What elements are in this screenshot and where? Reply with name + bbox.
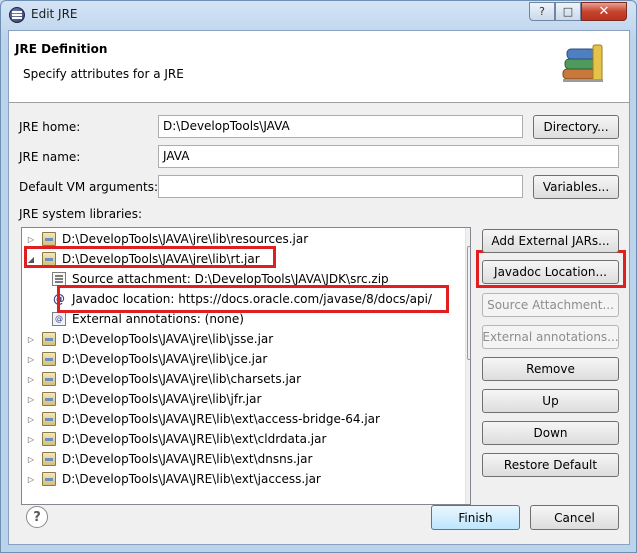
- jre-system-libraries-label: JRE system libraries:: [19, 207, 142, 221]
- tree-item-label: D:\DevelopTools\JAVA\jre\lib\jce.jar: [62, 352, 268, 366]
- external-annotations-button[interactable]: External annotations...: [482, 325, 619, 349]
- tree-item-label: D:\DevelopTools\JAVA\jre\lib\charsets.ja…: [62, 372, 302, 386]
- vm-arguments-label: Default VM arguments:: [19, 180, 159, 194]
- restore-default-button[interactable]: Restore Default: [482, 453, 619, 477]
- jre-name-label: JRE name:: [19, 150, 81, 164]
- variables-button[interactable]: Variables...: [533, 175, 619, 199]
- window-title: Edit JRE: [31, 7, 78, 21]
- jre-libraries-tree[interactable]: ▷ D:\DevelopTools\JAVA\jre\lib\resources…: [21, 227, 471, 505]
- jar-icon: [42, 232, 56, 246]
- vm-arguments-field[interactable]: [158, 175, 523, 198]
- jar-icon: [42, 372, 56, 386]
- javadoc-at-icon: @: [53, 292, 65, 306]
- tree-item-source-attachment[interactable]: Source attachment: D:\DevelopTools\JAVA\…: [52, 269, 389, 289]
- scroll-down-arrow-icon[interactable]: ▼: [466, 487, 470, 504]
- jar-icon: [42, 352, 56, 366]
- expand-arrow-icon[interactable]: ▷: [26, 375, 36, 384]
- down-button[interactable]: Down: [482, 421, 619, 445]
- cancel-button[interactable]: Cancel: [530, 505, 619, 530]
- up-button[interactable]: Up: [482, 389, 619, 413]
- tree-item-label: D:\DevelopTools\JAVA\jre\lib\rt.jar: [62, 252, 260, 266]
- jar-icon: [42, 472, 56, 486]
- tree-item-rt-jar[interactable]: ◢ D:\DevelopTools\JAVA\jre\lib\rt.jar: [26, 249, 260, 269]
- dialog-client-area: JRE Definition Specify attributes for a …: [8, 30, 630, 545]
- tree-item-label: D:\DevelopTools\JAVA\JRE\lib\ext\access-…: [62, 412, 380, 426]
- tree-item-label: D:\DevelopTools\JAVA\JRE\lib\ext\cldrdat…: [62, 432, 327, 446]
- close-button[interactable]: ✕: [581, 2, 627, 21]
- tree-item-dnsns-jar[interactable]: ▷ D:\DevelopTools\JAVA\JRE\lib\ext\dnsns…: [26, 449, 312, 469]
- expand-arrow-icon[interactable]: ▷: [26, 475, 36, 484]
- expand-arrow-icon[interactable]: ▷: [26, 455, 36, 464]
- expand-arrow-icon[interactable]: ▷: [26, 415, 36, 424]
- remove-button[interactable]: Remove: [482, 357, 619, 381]
- expand-arrow-icon[interactable]: ▷: [26, 395, 36, 404]
- maximize-button[interactable]: □: [555, 2, 581, 21]
- help-icon[interactable]: ?: [26, 506, 48, 528]
- jar-icon: [42, 252, 56, 266]
- jar-icon: [42, 412, 56, 426]
- add-external-jars-button[interactable]: Add External JARs...: [482, 229, 619, 253]
- library-books-icon: [562, 44, 603, 82]
- jre-home-label: JRE home:: [19, 120, 81, 134]
- tree-item-charsets-jar[interactable]: ▷ D:\DevelopTools\JAVA\jre\lib\charsets.…: [26, 369, 301, 389]
- tree-item-label: D:\DevelopTools\JAVA\JRE\lib\ext\dnsns.j…: [62, 452, 313, 466]
- header-banner: JRE Definition Specify attributes for a …: [9, 31, 629, 103]
- jar-icon: [42, 332, 56, 346]
- tree-item-javadoc-location[interactable]: @ Javadoc location: https://docs.oracle.…: [52, 289, 432, 309]
- javadoc-location-button[interactable]: Javadoc Location...: [482, 260, 619, 284]
- tree-item-label: External annotations: (none): [72, 312, 244, 326]
- collapse-arrow-icon[interactable]: ◢: [26, 255, 36, 264]
- banner-title: JRE Definition: [15, 42, 108, 56]
- tree-item-cldrdata-jar[interactable]: ▷ D:\DevelopTools\JAVA\JRE\lib\ext\cldrd…: [26, 429, 326, 449]
- tree-item-external-annotations[interactable]: @ External annotations: (none): [52, 309, 244, 329]
- help-window-button[interactable]: ?: [529, 2, 555, 21]
- scroll-up-arrow-icon[interactable]: ▲: [466, 228, 470, 245]
- expand-arrow-icon[interactable]: ▷: [26, 235, 36, 244]
- expand-arrow-icon[interactable]: ▷: [26, 335, 36, 344]
- source-attachment-button[interactable]: Source Attachment...: [482, 293, 619, 317]
- banner-description: Specify attributes for a JRE: [23, 67, 184, 81]
- tree-item-label: Source attachment: D:\DevelopTools\JAVA\…: [72, 272, 389, 286]
- jre-name-field[interactable]: JAVA: [158, 145, 619, 168]
- jar-icon: [42, 392, 56, 406]
- expand-arrow-icon[interactable]: ▷: [26, 435, 36, 444]
- tree-vertical-scrollbar[interactable]: ▲ ▼: [465, 228, 470, 504]
- tree-item-jce-jar[interactable]: ▷ D:\DevelopTools\JAVA\jre\lib\jce.jar: [26, 349, 267, 369]
- scrollbar-thumb[interactable]: [467, 246, 470, 360]
- tree-item-jfr-jar[interactable]: ▷ D:\DevelopTools\JAVA\jre\lib\jfr.jar: [26, 389, 261, 409]
- tree-item-jsse-jar[interactable]: ▷ D:\DevelopTools\JAVA\jre\lib\jsse.jar: [26, 329, 273, 349]
- tree-item-label: Javadoc location: https://docs.oracle.co…: [72, 292, 432, 306]
- tree-item-label: D:\DevelopTools\JAVA\jre\lib\jfr.jar: [62, 392, 262, 406]
- eclipse-icon: [9, 7, 25, 23]
- tree-item-access-bridge-jar[interactable]: ▷ D:\DevelopTools\JAVA\JRE\lib\ext\acces…: [26, 409, 380, 429]
- edit-jre-dialog: Edit JRE ? □ ✕ JRE Definition Specify at…: [0, 0, 637, 553]
- expand-arrow-icon[interactable]: ▷: [26, 355, 36, 364]
- title-bar: Edit JRE ? □ ✕: [1, 1, 636, 29]
- tree-item-label: D:\DevelopTools\JAVA\jre\lib\jsse.jar: [62, 332, 274, 346]
- source-file-icon: [52, 272, 66, 286]
- tree-item-label: D:\DevelopTools\JAVA\JRE\lib\ext\jaccess…: [62, 472, 321, 486]
- finish-button[interactable]: Finish: [431, 505, 520, 530]
- tree-item-jaccess-jar[interactable]: ▷ D:\DevelopTools\JAVA\JRE\lib\ext\jacce…: [26, 469, 321, 489]
- annotations-icon: @: [52, 312, 66, 326]
- jar-icon: [42, 432, 56, 446]
- jre-home-field[interactable]: D:\DevelopTools\JAVA: [158, 115, 523, 138]
- jar-icon: [42, 452, 56, 466]
- directory-button[interactable]: Directory...: [533, 115, 619, 139]
- tree-item-resources-jar[interactable]: ▷ D:\DevelopTools\JAVA\jre\lib\resources…: [26, 229, 308, 249]
- tree-item-label: D:\DevelopTools\JAVA\jre\lib\resources.j…: [62, 232, 309, 246]
